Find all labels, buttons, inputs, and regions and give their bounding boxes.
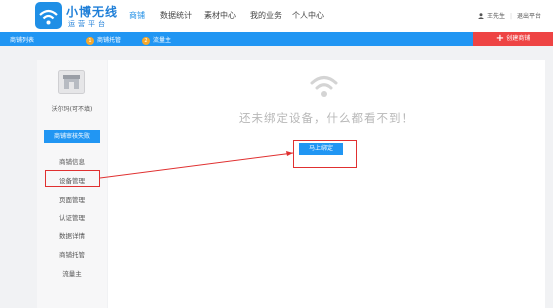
nav-my-business[interactable]: 我的业务	[250, 10, 282, 21]
nav-personal-center[interactable]: 个人中心	[292, 10, 324, 21]
step-badge: 1	[86, 37, 94, 45]
create-shop-label: 创建商铺	[506, 35, 531, 42]
brand-name: 小博无线	[66, 5, 119, 19]
brand-subtitle: 运营平台	[68, 20, 108, 28]
menu-shop-hosting[interactable]: 商铺托管	[37, 249, 107, 259]
subnav-traffic-owner[interactable]: 2 流量主	[142, 35, 171, 45]
main-panel: 还未绑定设备，什么都看不到！ 马上绑定	[108, 60, 545, 308]
logout-link[interactable]: 退出平台	[517, 13, 541, 20]
menu-traffic-owner[interactable]: 流量主	[37, 268, 107, 278]
subnav-label: 商铺托管	[97, 37, 122, 44]
review-failed-button[interactable]: 商铺审核失败	[44, 130, 100, 143]
highlight-box-bind-button	[293, 140, 357, 168]
user-icon	[477, 13, 484, 19]
nav-materials[interactable]: 素材中心	[204, 10, 236, 21]
nav-statistics[interactable]: 数据统计	[160, 10, 192, 21]
step-badge: 2	[142, 37, 150, 45]
highlight-box-device-menu	[45, 170, 100, 187]
logo-icon	[35, 2, 62, 29]
nav-shop[interactable]: 商铺	[129, 10, 145, 21]
user-name[interactable]: 王先生	[487, 13, 505, 20]
create-shop-button[interactable]: + 创建商铺	[473, 32, 553, 46]
store-name: 沃尔玛(可不填)	[51, 106, 93, 113]
menu-auth-management[interactable]: 认证管理	[37, 212, 107, 222]
menu-data-details[interactable]: 数据详情	[37, 230, 107, 240]
empty-state-message: 还未绑定设备，什么都看不到！	[239, 111, 414, 125]
divider: |	[509, 13, 512, 20]
menu-page-management[interactable]: 页面管理	[37, 194, 107, 204]
wifi-icon	[310, 76, 338, 97]
menu-shop-info[interactable]: 商铺信息	[37, 156, 107, 166]
subnav-shop-hosting[interactable]: 1 商铺托管	[86, 35, 121, 45]
sub-nav-bar: 商铺列表 1 商铺托管 2 流量主	[0, 32, 553, 46]
plus-icon: +	[495, 33, 505, 44]
subnav-label: 流量主	[153, 37, 172, 44]
user-area: 王先生 | 退出平台	[477, 11, 541, 20]
subnav-shop-list[interactable]: 商铺列表	[10, 35, 34, 44]
store-icon	[58, 70, 85, 94]
top-header: 小博无线 运营平台 商铺 数据统计 素材中心 我的业务 个人中心 王先生 | 退出平…	[0, 0, 553, 32]
